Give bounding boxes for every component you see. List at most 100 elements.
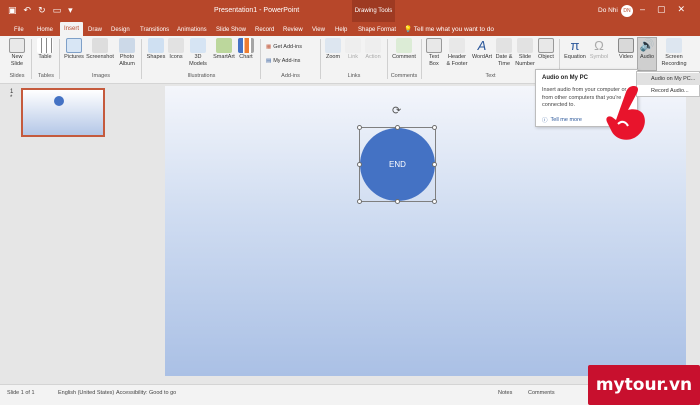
close-icon[interactable]: ✕ xyxy=(678,4,686,15)
ribbon-separator xyxy=(141,39,142,79)
tab-help[interactable]: Help xyxy=(335,24,347,36)
ribbon-separator xyxy=(320,39,321,79)
star-icon xyxy=(365,38,381,53)
photo-album-button[interactable]: Photo Album xyxy=(116,38,138,67)
rotate-handle-icon[interactable]: ⟳ xyxy=(392,104,401,117)
end-circle-shape[interactable]: END xyxy=(360,128,435,201)
user-name[interactable]: Do Nhi xyxy=(598,7,618,14)
wordart-icon: A xyxy=(477,38,487,53)
resize-handle[interactable] xyxy=(432,162,437,167)
comments-button[interactable]: Comments xyxy=(528,390,555,396)
tab-file[interactable]: File xyxy=(14,24,24,36)
icons-button[interactable]: Icons xyxy=(167,38,185,61)
resize-handle[interactable] xyxy=(395,125,400,130)
3d-models-button[interactable]: 3D Models xyxy=(187,38,209,67)
resize-handle[interactable] xyxy=(357,199,362,204)
zoom-button[interactable]: Zoom xyxy=(322,38,344,61)
slide-number-label: 1 * xyxy=(10,89,14,101)
screen-recording-button[interactable]: Screen Recording xyxy=(657,38,691,67)
object-button[interactable]: Object xyxy=(536,38,556,61)
pictures-button[interactable]: Pictures xyxy=(63,38,85,61)
screenshot-button[interactable]: Screenshot xyxy=(86,38,114,61)
group-label-images: Images xyxy=(91,73,111,79)
header-footer-button[interactable]: Header & Footer xyxy=(444,38,470,67)
date-time-button[interactable]: Date & Time xyxy=(494,38,514,67)
notes-button[interactable]: Notes xyxy=(498,390,512,396)
screen-recording-icon xyxy=(666,38,682,53)
tell-me-search[interactable]: 💡 Tell me what you want to do xyxy=(404,24,494,36)
accessibility-status[interactable]: Accessibility: Good to go xyxy=(116,390,176,396)
resize-handle[interactable] xyxy=(432,125,437,130)
equation-button[interactable]: π Equation xyxy=(562,38,588,61)
help-icon: ⓘ xyxy=(542,118,548,124)
link-button[interactable]: Link xyxy=(344,38,362,61)
resize-handle[interactable] xyxy=(432,199,437,204)
comment-button[interactable]: Comment xyxy=(390,38,418,61)
new-slide-icon xyxy=(9,38,25,53)
wordart-button[interactable]: A WordArt xyxy=(470,38,494,61)
get-addins-button[interactable]: ▦ Get Add-ins xyxy=(266,44,302,50)
tell-me-more-link[interactable]: ⓘ Tell me more xyxy=(542,116,582,124)
tab-review[interactable]: Review xyxy=(283,24,303,36)
tab-transitions[interactable]: Transitions xyxy=(140,24,169,36)
save-icon[interactable]: ▣ xyxy=(8,5,17,15)
resize-handle[interactable] xyxy=(357,125,362,130)
tab-home[interactable]: Home xyxy=(37,24,53,36)
tab-animations[interactable]: Animations xyxy=(177,24,207,36)
omega-icon: Ω xyxy=(594,38,604,53)
slide-number-button[interactable]: Slide Number xyxy=(514,38,536,67)
video-icon xyxy=(618,38,634,53)
pi-icon: π xyxy=(570,38,580,53)
tab-record[interactable]: Record xyxy=(255,24,274,36)
document-title: Presentation1 - PowerPoint xyxy=(214,7,300,14)
text-box-button[interactable]: Text Box xyxy=(425,38,443,67)
customize-qat-icon[interactable]: ▾ xyxy=(68,5,73,15)
link-icon xyxy=(345,38,361,53)
tab-view[interactable]: View xyxy=(312,24,325,36)
action-button[interactable]: Action xyxy=(362,38,384,61)
slide-count: Slide 1 of 1 xyxy=(7,390,35,396)
camera-icon xyxy=(92,38,108,53)
avatar[interactable]: DN xyxy=(621,5,633,17)
undo-icon[interactable]: ↶ xyxy=(24,5,32,15)
chart-button[interactable]: Chart xyxy=(237,38,255,61)
thumbnail-circle xyxy=(54,96,64,106)
slide-thumbnail[interactable] xyxy=(21,88,105,137)
store-icon: ▦ xyxy=(266,44,272,50)
header-footer-icon xyxy=(449,38,465,53)
tab-insert[interactable]: Insert xyxy=(60,22,84,36)
tab-shape-format[interactable]: Shape Format xyxy=(358,24,396,36)
language-indicator[interactable]: English (United States) xyxy=(58,390,114,396)
new-slide-button[interactable]: New Slide xyxy=(6,38,28,67)
ribbon-separator xyxy=(31,39,32,79)
text-box-icon xyxy=(426,38,442,53)
hand-pointer-icon xyxy=(606,86,645,140)
shapes-button[interactable]: Shapes xyxy=(145,38,167,61)
tab-slide-show[interactable]: Slide Show xyxy=(216,24,246,36)
table-icon xyxy=(37,38,53,53)
video-button[interactable]: Video xyxy=(616,38,636,61)
addins-icon: ▤ xyxy=(266,58,272,64)
ribbon-separator xyxy=(59,39,60,79)
tell-me-text: Tell me what you want to do xyxy=(413,26,495,33)
cube-icon xyxy=(190,38,206,53)
tab-design[interactable]: Design xyxy=(111,24,130,36)
object-icon xyxy=(538,38,554,53)
maximize-icon[interactable]: ▢ xyxy=(657,4,666,15)
symbol-button[interactable]: Ω Symbol xyxy=(588,38,610,61)
my-addins-button[interactable]: ▤ My Add-ins xyxy=(266,58,300,64)
speaker-icon: 🔊 xyxy=(639,38,655,52)
contextual-tab-group: Drawing Tools xyxy=(352,0,395,22)
smartart-button[interactable]: SmartArt xyxy=(211,38,237,61)
table-button[interactable]: Table xyxy=(34,38,56,61)
smartart-icon xyxy=(216,38,232,53)
pictures-icon xyxy=(66,38,82,53)
minimize-icon[interactable]: – xyxy=(640,4,645,15)
group-label-slides: Slides xyxy=(9,73,25,79)
present-icon[interactable]: ▭ xyxy=(53,5,62,15)
redo-icon[interactable]: ↻ xyxy=(38,5,46,15)
audio-button[interactable]: 🔊 Audio xyxy=(637,38,657,61)
tab-draw[interactable]: Draw xyxy=(88,24,102,36)
resize-handle[interactable] xyxy=(357,162,362,167)
resize-handle[interactable] xyxy=(395,199,400,204)
